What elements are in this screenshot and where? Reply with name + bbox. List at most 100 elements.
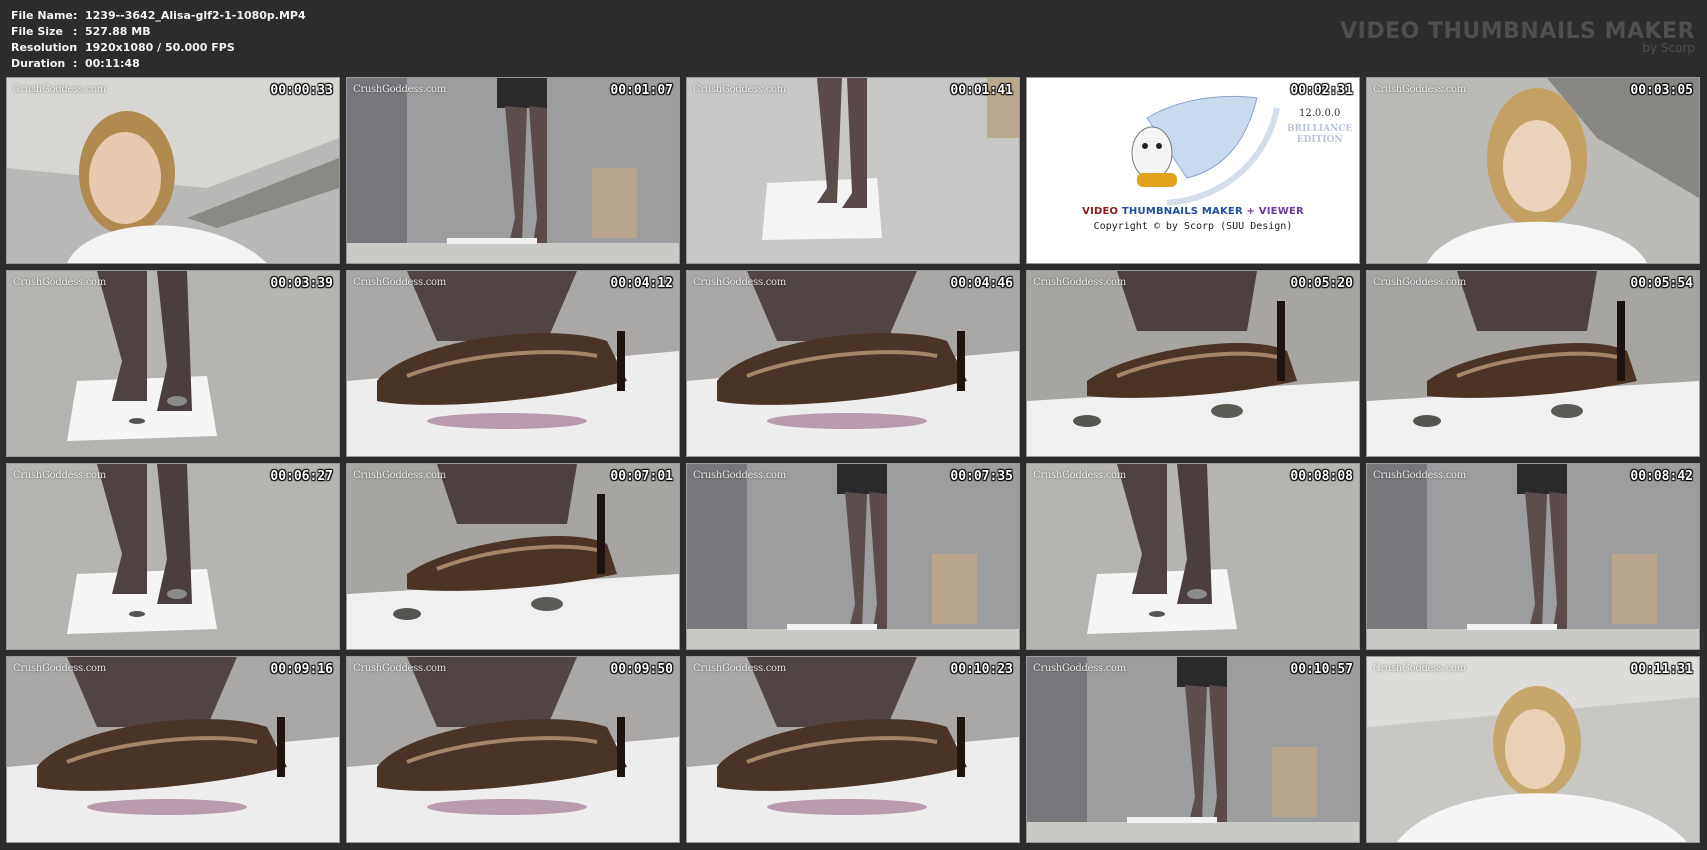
- timestamp: 00:09:50: [610, 662, 673, 677]
- thumbnail-19[interactable]: CrushGoddess.com 00:10:57: [1026, 656, 1360, 843]
- video-frame-image: [1027, 657, 1359, 842]
- edition-line1: BRILLIANCE: [1287, 124, 1353, 134]
- watermark: CrushGoddess.com: [1373, 663, 1466, 674]
- video-frame-image: [687, 78, 1019, 263]
- timestamp: 00:05:20: [1290, 276, 1353, 291]
- thumbnail-18[interactable]: CrushGoddess.com 00:10:23: [686, 656, 1020, 843]
- thumbnail-1[interactable]: CrushGoddess.com 00:00:33: [6, 77, 340, 264]
- edition-line2: EDITION: [1296, 135, 1343, 145]
- thumbnail-3[interactable]: CrushGoddess.com 00:01:41: [686, 77, 1020, 264]
- thumbnail-4[interactable]: 12.0.0.0 BRILLIANCE EDITION VIDEO THUMBNAIL…: [1026, 77, 1360, 264]
- thumbnail-10[interactable]: CrushGoddess.com 00:05:54: [1366, 270, 1700, 457]
- watermark: CrushGoddess.com: [13, 663, 106, 674]
- thumbnail-16[interactable]: CrushGoddess.com 00:09:16: [6, 656, 340, 843]
- timestamp: 00:08:42: [1630, 469, 1693, 484]
- video-frame-image: [347, 657, 679, 842]
- timestamp: 00:06:27: [270, 469, 333, 484]
- duration-value: 00:11:48: [85, 57, 140, 70]
- logo-title-part1: VIDEO: [1082, 206, 1119, 217]
- thumbnail-13[interactable]: CrushGoddess.com 00:07:35: [686, 463, 1020, 650]
- video-frame-image: [347, 271, 679, 456]
- sheet-header: File Name : 1239--3642_Alisa-glf2-1-1080…: [0, 0, 1707, 76]
- separator: :: [73, 57, 78, 70]
- timestamp: 00:07:35: [950, 469, 1013, 484]
- video-frame-image: [7, 78, 339, 263]
- brand-logo: VIDEO THUMBNAILS MAKER by Scorp: [1340, 20, 1695, 55]
- timestamp: 00:03:05: [1630, 83, 1693, 98]
- thumbnail-17[interactable]: CrushGoddess.com 00:09:50: [346, 656, 680, 843]
- file-size-label: File Size: [11, 25, 63, 38]
- logo-version: 12.0.0.0: [1299, 108, 1341, 119]
- duration-label: Duration: [11, 57, 66, 70]
- watermark: CrushGoddess.com: [13, 277, 106, 288]
- watermark: CrushGoddess.com: [353, 470, 446, 481]
- video-frame-image: [347, 464, 679, 649]
- watermark: CrushGoddess.com: [13, 470, 106, 481]
- watermark: CrushGoddess.com: [693, 277, 786, 288]
- thumbnail-sheet: File Name : 1239--3642_Alisa-glf2-1-1080…: [0, 0, 1707, 850]
- thumbnail-15[interactable]: CrushGoddess.com 00:08:42: [1366, 463, 1700, 650]
- video-frame-image: [1367, 78, 1699, 263]
- logo-edition: BRILLIANCE EDITION: [1287, 124, 1352, 146]
- owl-logo-icon: [1131, 95, 1280, 206]
- duration-row: Duration : 00:11:48: [11, 56, 306, 72]
- thumbnail-7[interactable]: CrushGoddess.com 00:04:12: [346, 270, 680, 457]
- watermark: CrushGoddess.com: [693, 663, 786, 674]
- thumbnail-8[interactable]: CrushGoddess.com 00:04:46: [686, 270, 1020, 457]
- thumbnail-2[interactable]: CrushGoddess.com 00:01:07: [346, 77, 680, 264]
- vtm-logo-frame: 12.0.0.0 BRILLIANCE EDITION VIDEO THUMBNAIL…: [1027, 78, 1359, 263]
- separator: :: [73, 25, 78, 38]
- watermark: CrushGoddess.com: [353, 277, 446, 288]
- video-frame-image: [687, 657, 1019, 842]
- thumbnail-9[interactable]: CrushGoddess.com 00:05:20: [1026, 270, 1360, 457]
- video-frame-image: [1027, 464, 1359, 649]
- video-frame-image: [1367, 271, 1699, 456]
- video-frame-image: [1027, 271, 1359, 456]
- timestamp: 00:10:57: [1290, 662, 1353, 677]
- watermark: CrushGoddess.com: [353, 84, 446, 95]
- watermark: CrushGoddess.com: [1033, 663, 1126, 674]
- thumbnail-20[interactable]: CrushGoddess.com 00:11:31: [1366, 656, 1700, 843]
- thumbnail-12[interactable]: CrushGoddess.com 00:07:01: [346, 463, 680, 650]
- thumbnail-6[interactable]: CrushGoddess.com 00:03:39: [6, 270, 340, 457]
- file-name-value: 1239--3642_Alisa-glf2-1-1080p.MP4: [85, 9, 306, 22]
- thumbnail-grid: CrushGoddess.com 00:00:33 CrushGoddess.co…: [6, 77, 1700, 843]
- timestamp: 00:00:33: [270, 83, 333, 98]
- file-name-row: File Name : 1239--3642_Alisa-glf2-1-1080…: [11, 8, 306, 24]
- watermark: CrushGoddess.com: [1373, 84, 1466, 95]
- timestamp: 00:01:41: [950, 83, 1013, 98]
- watermark: CrushGoddess.com: [1033, 470, 1126, 481]
- logo-title-part2: THUMBNAILS MAKER: [1121, 206, 1243, 217]
- logo-title: VIDEO THUMBNAILS MAKER + VIEWER: [1027, 206, 1359, 217]
- separator: :: [73, 41, 78, 54]
- thumbnail-5[interactable]: CrushGoddess.com 00:03:05: [1366, 77, 1700, 264]
- separator: :: [73, 9, 78, 22]
- file-size-row: File Size : 527.88 MB: [11, 24, 306, 40]
- timestamp: 00:04:46: [950, 276, 1013, 291]
- file-info: File Name : 1239--3642_Alisa-glf2-1-1080…: [11, 8, 306, 72]
- timestamp: 00:02:31: [1290, 83, 1353, 98]
- timestamp: 00:07:01: [610, 469, 673, 484]
- video-frame-image: [7, 464, 339, 649]
- thumbnail-14[interactable]: CrushGoddess.com 00:08:08: [1026, 463, 1360, 650]
- watermark: CrushGoddess.com: [1033, 277, 1126, 288]
- video-frame-image: [7, 657, 339, 842]
- timestamp: 00:04:12: [610, 276, 673, 291]
- watermark: CrushGoddess.com: [1373, 277, 1466, 288]
- timestamp: 00:03:39: [270, 276, 333, 291]
- timestamp: 00:05:54: [1630, 276, 1693, 291]
- thumbnail-11[interactable]: CrushGoddess.com 00:06:27: [6, 463, 340, 650]
- file-size-value: 527.88 MB: [85, 25, 151, 38]
- timestamp: 00:08:08: [1290, 469, 1353, 484]
- resolution-value: 1920x1080 / 50.000 FPS: [85, 41, 235, 54]
- timestamp: 00:11:31: [1630, 662, 1693, 677]
- watermark: CrushGoddess.com: [693, 84, 786, 95]
- watermark: CrushGoddess.com: [13, 84, 106, 95]
- watermark: CrushGoddess.com: [353, 663, 446, 674]
- video-frame-image: [1367, 657, 1699, 842]
- timestamp: 00:09:16: [270, 662, 333, 677]
- video-frame-image: [7, 271, 339, 456]
- video-frame-image: [1367, 464, 1699, 649]
- watermark: CrushGoddess.com: [1373, 470, 1466, 481]
- timestamp: 00:10:23: [950, 662, 1013, 677]
